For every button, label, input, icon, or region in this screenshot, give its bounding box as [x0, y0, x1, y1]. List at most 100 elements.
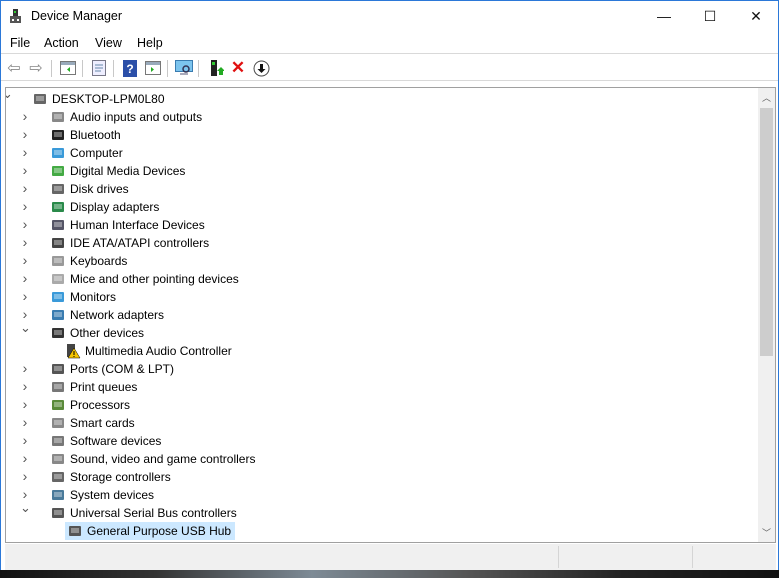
tree-item-label: Processors	[70, 398, 131, 412]
tree-item-label: Display adapters	[70, 200, 160, 214]
title-bar[interactable]: Device Manager — ☐ ✕	[1, 1, 778, 32]
expand-arrow-icon[interactable]: ›	[20, 234, 30, 250]
tree-item[interactable]: › Keyboards	[23, 252, 128, 270]
tree-child-item[interactable]: Multimedia Audio Controller	[65, 342, 232, 360]
tree-item[interactable]: › Network adapters	[23, 306, 164, 324]
menu-file[interactable]: File	[10, 36, 30, 50]
tree-item-label: Ports (COM & LPT)	[70, 362, 175, 376]
tree-item-label: DESKTOP-LPM0L80	[52, 92, 165, 106]
tree-item[interactable]: › Bluetooth	[23, 126, 121, 144]
tree-item-label: Computer	[70, 146, 123, 160]
scroll-up-button[interactable]: ︿	[758, 91, 775, 104]
other-devices-icon	[50, 325, 66, 341]
tree-item-label: Other devices	[70, 326, 145, 340]
tree-item[interactable]: › Ports (COM & LPT)	[23, 360, 175, 378]
back-button[interactable]: ⇦	[4, 58, 24, 78]
scan-monitor-icon	[175, 60, 193, 75]
scroll-down-button[interactable]: ﹀	[758, 526, 775, 539]
update-driver-icon	[211, 59, 224, 76]
expand-arrow-icon[interactable]: ›	[20, 360, 30, 376]
menu-action[interactable]: Action	[44, 36, 79, 50]
expand-arrow-icon[interactable]: ›	[20, 396, 30, 412]
expand-arrow-icon[interactable]: ›	[20, 252, 30, 268]
smart-card-icon	[50, 415, 66, 431]
desktop-taskbar-strip	[0, 570, 779, 578]
tree-item-label: IDE ATA/ATAPI controllers	[70, 236, 210, 250]
expand-arrow-icon[interactable]: ›	[20, 108, 30, 124]
menu-help[interactable]: Help	[137, 36, 163, 50]
ide-icon	[50, 235, 66, 251]
scrollbar-thumb[interactable]	[760, 108, 773, 356]
tree-item[interactable]: › Display adapters	[23, 198, 160, 216]
svg-text:?: ?	[126, 62, 133, 76]
tree-item[interactable]: › Human Interface Devices	[23, 216, 205, 234]
action-pane-button[interactable]	[143, 58, 163, 78]
tree-item[interactable]: › Storage controllers	[23, 468, 171, 486]
expand-arrow-icon[interactable]: ›	[20, 432, 30, 448]
expand-arrow-icon[interactable]: ›	[20, 162, 30, 178]
collapse-arrow-icon[interactable]: ⌄	[6, 88, 13, 102]
status-bar	[5, 544, 776, 570]
tree-item-label: Print queues	[70, 380, 138, 394]
forward-button[interactable]: ⇨	[26, 58, 46, 78]
disable-device-button[interactable]	[251, 58, 271, 78]
tree-item[interactable]: › Processors	[23, 396, 131, 414]
expand-arrow-icon[interactable]: ›	[20, 216, 30, 232]
tree-root[interactable]: ⌄ DESKTOP-LPM0L80	[6, 88, 165, 108]
expand-arrow-icon[interactable]: ›	[20, 180, 30, 196]
properties-button[interactable]	[89, 58, 109, 78]
tree-item[interactable]: › System devices	[23, 486, 154, 504]
tree-item-label: Keyboards	[70, 254, 128, 268]
tree-item[interactable]: › Mice and other pointing devices	[23, 270, 239, 288]
tree-item-label: Monitors	[70, 290, 117, 304]
tree-item-label: Software devices	[70, 434, 162, 448]
tree-item[interactable]: › Software devices	[23, 432, 162, 450]
warning-device-icon	[65, 343, 81, 359]
tree-item[interactable]: › Monitors	[23, 288, 117, 306]
sound-icon	[50, 451, 66, 467]
expand-arrow-icon[interactable]: ›	[20, 126, 30, 142]
expand-arrow-icon[interactable]: ›	[20, 378, 30, 394]
expand-arrow-icon[interactable]: ›	[20, 450, 30, 466]
tree-item[interactable]: › Computer	[23, 144, 123, 162]
update-driver-button[interactable]	[206, 58, 226, 78]
tree-item-label: Human Interface Devices	[70, 218, 205, 232]
tree-item[interactable]: › Digital Media Devices	[23, 162, 186, 180]
tree-item-label: Smart cards	[70, 416, 135, 430]
tree-item-label: Sound, video and game controllers	[70, 452, 256, 466]
expand-arrow-icon[interactable]: ›	[20, 468, 30, 484]
tree-item[interactable]: ⌄ Universal Serial Bus controllers	[20, 500, 237, 522]
tree-item[interactable]: › Sound, video and game controllers	[23, 450, 256, 468]
expand-arrow-icon[interactable]: ›	[20, 144, 30, 160]
maximize-button[interactable]: ☐	[687, 1, 733, 31]
computer-icon	[50, 145, 66, 161]
expand-arrow-icon[interactable]: ›	[20, 414, 30, 430]
minimize-button[interactable]: —	[641, 1, 687, 31]
uninstall-device-button[interactable]: ✕	[228, 58, 248, 78]
close-button[interactable]: ✕	[733, 1, 779, 31]
tree-item[interactable]: › Smart cards	[23, 414, 135, 432]
tree-item[interactable]: › Audio inputs and outputs	[23, 108, 202, 126]
usb-icon	[50, 505, 66, 521]
show-hide-console-tree-button[interactable]	[58, 58, 78, 78]
network-icon	[50, 307, 66, 323]
menu-view[interactable]: View	[95, 36, 122, 50]
scan-hardware-button[interactable]	[174, 58, 194, 78]
tree-item[interactable]: › Disk drives	[23, 180, 129, 198]
collapse-arrow-icon[interactable]: ⌄	[20, 320, 31, 336]
software-device-icon	[50, 433, 66, 449]
help-button[interactable]: ?	[120, 58, 140, 78]
computer-root-icon	[32, 91, 48, 107]
expand-arrow-icon[interactable]: ›	[20, 288, 30, 304]
tree-child-item[interactable]: General Purpose USB Hub	[65, 522, 236, 540]
tree-item[interactable]: › Print queues	[23, 378, 138, 396]
toolbar: ⇦ ⇨ ? ✕	[1, 55, 778, 81]
expand-arrow-icon[interactable]: ›	[20, 198, 30, 214]
device-tree[interactable]: ⌄ DESKTOP-LPM0L80 › Audio inputs and output…	[5, 87, 776, 543]
tree-item[interactable]: › IDE ATA/ATAPI controllers	[23, 234, 210, 252]
expand-arrow-icon[interactable]: ›	[20, 270, 30, 286]
tree-item-label: Disk drives	[70, 182, 129, 196]
vertical-scrollbar[interactable]: ︿ ﹀	[758, 88, 775, 542]
tree-item[interactable]: ⌄ Other devices	[20, 320, 145, 342]
collapse-arrow-icon[interactable]: ⌄	[20, 500, 31, 516]
